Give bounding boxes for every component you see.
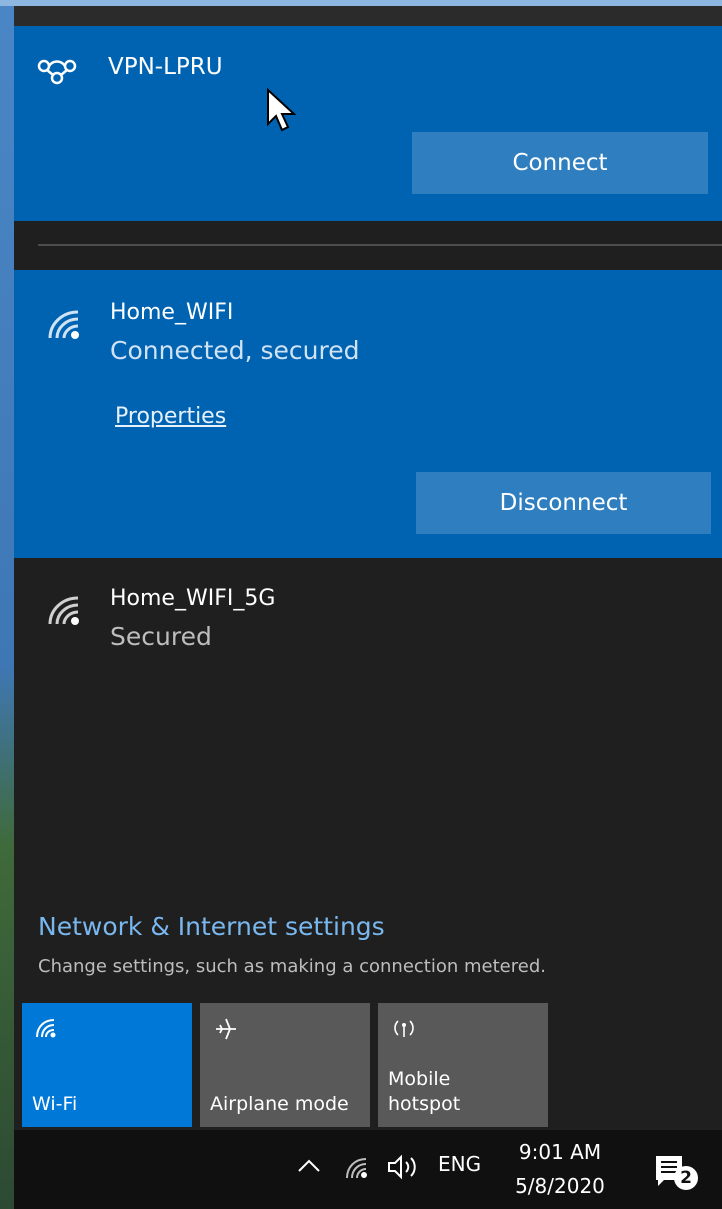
wifi-toggle-tile[interactable]: Wi-Fi (22, 1003, 192, 1127)
network-status: Secured (110, 622, 212, 651)
tile-label: Mobile hotspot (388, 1067, 460, 1117)
mouse-cursor-icon (267, 88, 297, 132)
wifi-icon (48, 310, 79, 339)
disconnect-button[interactable]: Disconnect (416, 472, 711, 534)
notification-count-badge: 2 (674, 1166, 698, 1190)
wifi-icon (36, 1019, 56, 1038)
action-center-button[interactable]: 2 (652, 1152, 700, 1196)
network-name: Home_WIFI (110, 300, 234, 325)
network-item-home-wifi[interactable]: Home_WIFI Connected, secured Properties … (14, 270, 722, 558)
mobile-hotspot-tile[interactable]: Mobile hotspot (378, 1003, 548, 1127)
network-name[interactable]: Home_WIFI_5G (110, 586, 275, 611)
volume-icon[interactable] (385, 1152, 425, 1182)
wifi-icon[interactable] (344, 1154, 374, 1184)
airplane-icon (216, 1018, 236, 1040)
wifi-icon (48, 596, 79, 625)
network-flyout: VPN-LPRU Connect Home_WIFI Connected, se… (14, 6, 722, 1130)
divider (38, 244, 722, 246)
network-status: Connected, secured (110, 336, 360, 365)
airplane-mode-tile[interactable]: Airplane mode (200, 1003, 370, 1127)
clock-time[interactable]: 9:01 AM (514, 1140, 606, 1164)
chevron-up-icon[interactable] (296, 1156, 322, 1174)
taskbar: ENG 9:01 AM 5/8/2020 2 (14, 1130, 722, 1209)
hotspot-icon (394, 1020, 414, 1037)
desktop-background (0, 0, 14, 1209)
flyout-top-strip (14, 6, 722, 26)
language-indicator[interactable]: ENG (438, 1152, 481, 1176)
clock-date[interactable]: 5/8/2020 (514, 1174, 606, 1198)
properties-link[interactable]: Properties (115, 404, 226, 429)
tile-label: Wi-Fi (32, 1093, 78, 1115)
vpn-connect-button[interactable]: Connect (412, 132, 708, 194)
network-settings-link[interactable]: Network & Internet settings (38, 912, 385, 941)
tile-label: Airplane mode (210, 1093, 349, 1115)
vpn-card[interactable]: VPN-LPRU Connect (14, 26, 722, 221)
network-settings-description: Change settings, such as making a connec… (38, 956, 546, 977)
vpn-name: VPN-LPRU (108, 54, 223, 80)
tile-label-line: Mobile hotspot (388, 1068, 461, 1115)
vpn-icon (37, 59, 77, 85)
